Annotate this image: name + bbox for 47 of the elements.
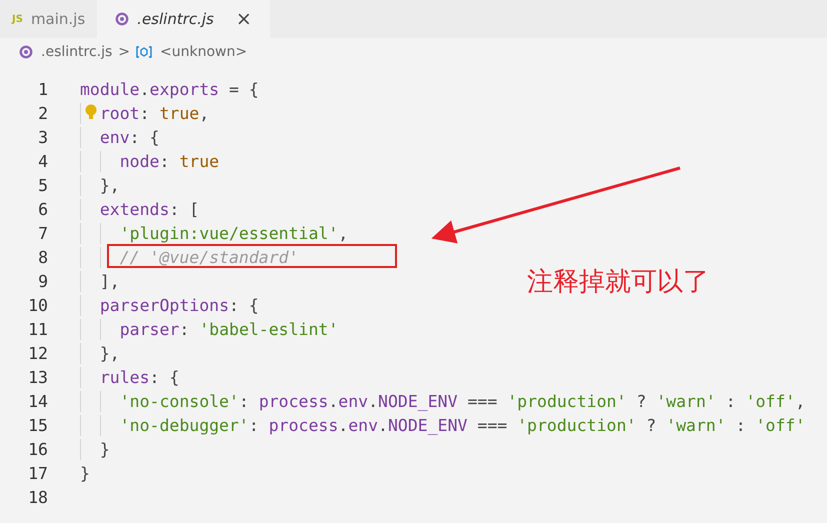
line-number: 2	[37, 104, 48, 122]
code-line: env: {	[80, 128, 160, 146]
line-number: 18	[27, 488, 48, 506]
code-line: },	[80, 344, 120, 362]
lightbulb-icon[interactable]	[85, 104, 97, 120]
annotation-text: 注释掉就可以了	[527, 266, 709, 299]
code-line: 'no-debugger': process.env.NODE_ENV === 'production' ? 'warn' : 'off'	[80, 416, 806, 434]
code-line: extends: [	[80, 200, 200, 218]
breadcrumb-symbol[interactable]: <unknown>	[136, 44, 248, 60]
code-line: root: true,	[80, 104, 210, 122]
line-number: 5	[37, 176, 48, 194]
breadcrumb-separator: >	[118, 44, 130, 60]
line-number: 9	[37, 272, 48, 290]
code-line: node: true	[80, 152, 220, 170]
breadcrumb-file[interactable]: .eslintrc.js	[19, 44, 112, 60]
code-line: // '@vue/standard'	[80, 248, 299, 266]
code-line: parser: 'babel-eslint'	[80, 320, 338, 338]
code-line: 'no-console': process.env.NODE_ENV === 'production' ? 'warn' : 'off',	[80, 392, 806, 410]
editor-tab[interactable]: .eslintrc.js ×	[97, 0, 270, 38]
line-number: 6	[37, 200, 48, 218]
code-line: parserOptions: {	[80, 296, 259, 314]
line-number: 1	[37, 80, 48, 98]
close-button[interactable]: ×	[236, 8, 252, 30]
line-number: 8	[37, 248, 48, 266]
js-file-icon: JS	[12, 14, 23, 24]
code-line: rules: {	[80, 368, 180, 386]
editor-tab[interactable]: JS main.js	[0, 0, 98, 38]
line-number: 14	[27, 392, 48, 410]
line-number: 3	[37, 128, 48, 146]
code-line: }	[80, 464, 90, 482]
code-line: module.exports = {	[80, 80, 259, 98]
line-number: 15	[27, 416, 48, 434]
code-line: 'plugin:vue/essential',	[80, 224, 348, 242]
line-number: 4	[37, 152, 48, 170]
line-number: 7	[37, 224, 48, 242]
config-file-icon	[19, 45, 33, 59]
line-number: 10	[27, 296, 48, 314]
line-number: 17	[27, 464, 48, 482]
code-line: },	[80, 176, 120, 194]
line-number: 11	[27, 320, 48, 338]
line-number: 16	[27, 440, 48, 458]
config-file-icon	[115, 12, 130, 26]
line-number: 12	[27, 344, 48, 362]
line-number: 13	[27, 368, 48, 386]
code-line: ],	[80, 272, 120, 290]
code-line: }	[80, 440, 110, 458]
symbol-icon	[136, 46, 152, 58]
